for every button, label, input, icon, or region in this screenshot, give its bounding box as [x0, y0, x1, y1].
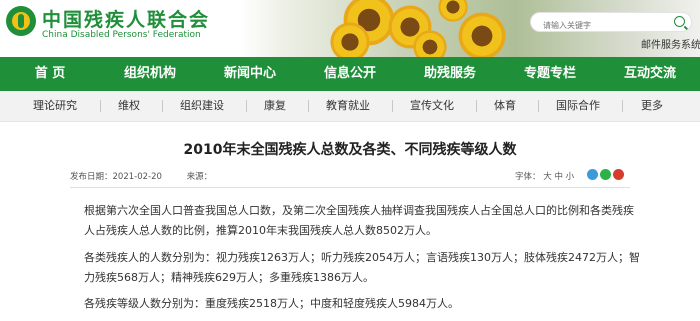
font-size-small[interactable]: 小 — [566, 172, 575, 182]
nav-item-info-disclosure[interactable]: 信息公开 — [300, 57, 400, 91]
logo-title[interactable]: 中国残疾人联合会 — [42, 5, 210, 32]
font-size-control: 字体： 大 中 小 — [515, 170, 574, 182]
subnav-item-international[interactable]: 国际合作 — [556, 91, 600, 121]
nav-item-services[interactable]: 助残服务 — [400, 57, 500, 91]
share-weibo-icon[interactable] — [613, 169, 624, 180]
search-input[interactable] — [541, 20, 665, 31]
article-title: 2010年末全国残疾人总数及各类、不同残疾等级人数 — [183, 142, 517, 158]
article-paragraph-2: 各类残疾人的人数分别为：视力残疾1263万人；听力残疾2054万人；言语残疾13… — [84, 251, 640, 284]
font-size-large[interactable]: 大 — [543, 172, 552, 182]
subnav-item-org-building[interactable]: 组织建设 — [180, 91, 224, 121]
subnav-item-education[interactable]: 教育就业 — [326, 91, 370, 121]
subnav-item-culture[interactable]: 宣传文化 — [410, 91, 454, 121]
nav-item-topics[interactable]: 专题专栏 — [500, 57, 600, 91]
search-box[interactable] — [530, 12, 692, 32]
subnav-item-sports[interactable]: 体育 — [494, 91, 516, 121]
article-meta: 发布日期：2021-02-20 来源： — [70, 170, 212, 182]
main-nav: 首 页 组织机构 新闻中心 信息公开 助残服务 专题专栏 互动交流 — [0, 57, 700, 91]
cdpf-logo-icon[interactable] — [6, 6, 36, 36]
site-header: 中国残疾人联合会 China Disabled Persons' Federat… — [0, 0, 700, 57]
source-label: 来源： — [186, 172, 213, 182]
logo-subtitle: China Disabled Persons' Federation — [42, 30, 201, 40]
sub-nav: 理论研究 维权 组织建设 康复 教育就业 宣传文化 体育 国际合作 更多 — [0, 91, 700, 122]
nav-item-news[interactable]: 新闻中心 — [200, 57, 300, 91]
article-paragraph-3: 各残疾等级人数分别为：重度残疾2518万人；中度和轻度残疾人5984万人。 — [84, 297, 459, 310]
font-size-label: 字体： — [515, 172, 541, 182]
share-qzone-icon[interactable] — [587, 169, 598, 180]
mail-service-link[interactable]: 邮件服务系统 — [641, 36, 700, 51]
article-paragraph-1: 根据第六次全国人口普查我国总人口数，及第二次全国残疾人抽样调查我国残疾人占全国总… — [84, 204, 634, 237]
subnav-item-theory[interactable]: 理论研究 — [33, 91, 77, 121]
font-size-medium[interactable]: 中 — [554, 172, 563, 182]
date-label: 发布日期： — [70, 172, 113, 182]
subnav-item-more[interactable]: 更多 — [641, 91, 663, 121]
meta-divider — [70, 187, 630, 188]
subnav-item-rehab[interactable]: 康复 — [264, 91, 286, 121]
nav-item-home[interactable]: 首 页 — [0, 57, 100, 91]
share-wechat-icon[interactable] — [600, 169, 611, 180]
subnav-item-rights[interactable]: 维权 — [118, 91, 140, 121]
nav-item-interaction[interactable]: 互动交流 — [600, 57, 700, 91]
publish-date: 2021-02-20 — [112, 172, 162, 182]
nav-item-organization[interactable]: 组织机构 — [100, 57, 200, 91]
search-icon[interactable] — [674, 16, 685, 27]
